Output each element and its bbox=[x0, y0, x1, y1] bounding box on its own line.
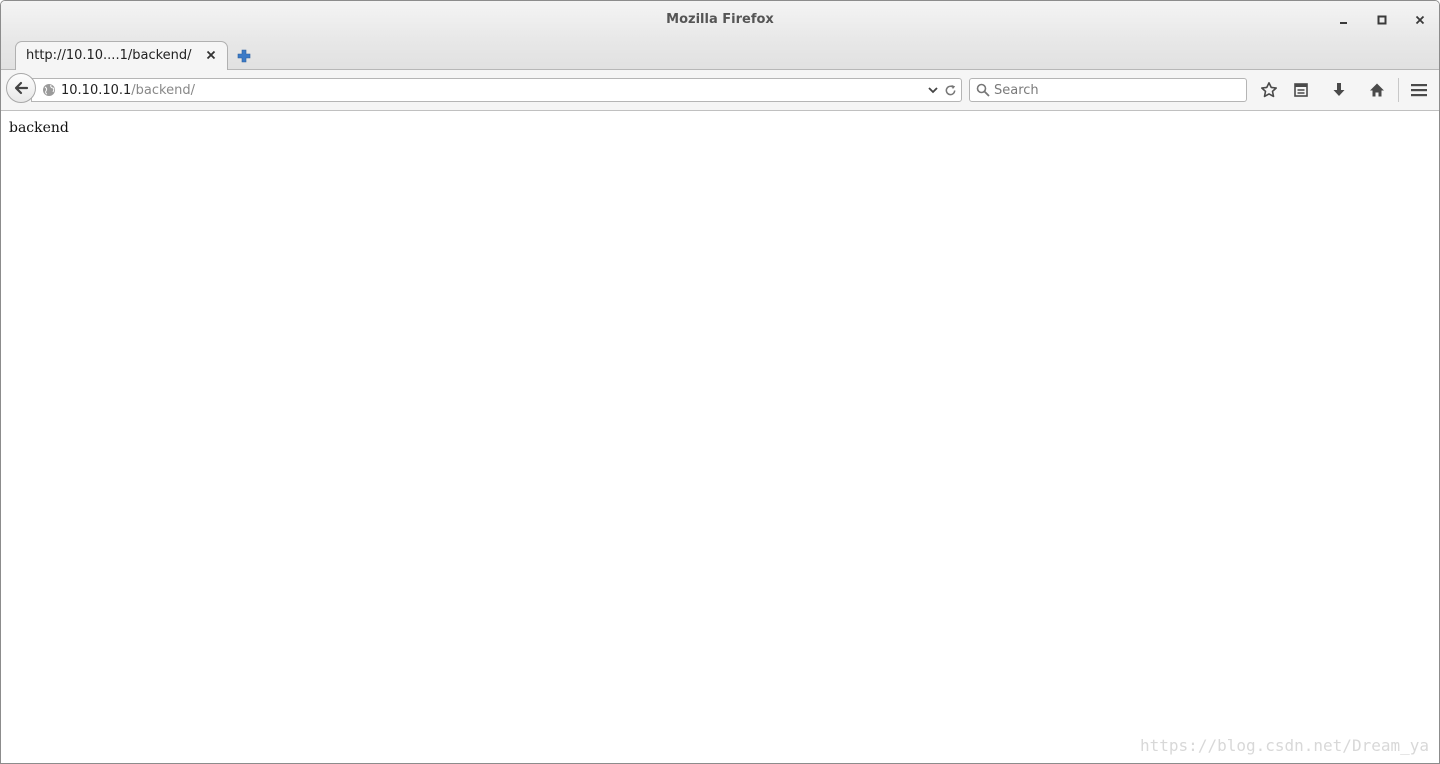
url-path: /backend/ bbox=[131, 83, 195, 98]
maximize-button[interactable] bbox=[1371, 10, 1393, 30]
watermark: https://blog.csdn.net/Dream_ya bbox=[1140, 736, 1429, 755]
hamburger-menu-icon bbox=[1411, 84, 1427, 97]
browser-window: Mozilla Firefox http://10.10....1/backen… bbox=[0, 0, 1440, 764]
tab-backend[interactable]: http://10.10....1/backend/ bbox=[15, 41, 228, 70]
bookmark-button[interactable] bbox=[1258, 79, 1280, 101]
home-icon bbox=[1370, 83, 1384, 97]
toolbar-separator bbox=[1398, 78, 1399, 102]
page-body-text: backend bbox=[9, 120, 69, 136]
tab-label: http://10.10....1/backend/ bbox=[26, 48, 192, 63]
title-bar: Mozilla Firefox bbox=[1, 1, 1439, 39]
close-icon bbox=[1415, 15, 1425, 25]
url-text[interactable]: 10.10.10.1/backend/ bbox=[61, 83, 195, 98]
reload-icon[interactable] bbox=[944, 84, 957, 97]
search-input[interactable] bbox=[994, 81, 1239, 99]
window-title: Mozilla Firefox bbox=[666, 12, 774, 27]
maximize-icon bbox=[1377, 15, 1387, 25]
navigation-toolbar: 10.10.10.1/backend/ bbox=[1, 70, 1439, 111]
chevron-down-icon[interactable] bbox=[927, 84, 939, 96]
downloads-button[interactable] bbox=[1328, 79, 1350, 101]
back-arrow-icon bbox=[14, 81, 29, 95]
star-icon bbox=[1261, 82, 1277, 98]
minimize-button[interactable] bbox=[1333, 10, 1355, 30]
close-window-button[interactable] bbox=[1409, 10, 1431, 30]
search-icon bbox=[976, 83, 990, 97]
url-host: 10.10.10.1 bbox=[61, 83, 132, 98]
close-icon bbox=[206, 50, 216, 60]
bookmarks-menu-button[interactable] bbox=[1290, 79, 1312, 101]
page-content: backend https://blog.csdn.net/Dream_ya bbox=[1, 111, 1439, 763]
globe-icon[interactable] bbox=[42, 83, 56, 97]
search-box[interactable] bbox=[969, 78, 1247, 102]
home-button[interactable] bbox=[1366, 79, 1388, 101]
close-tab-button[interactable] bbox=[204, 48, 218, 62]
bookmarks-list-icon bbox=[1294, 83, 1308, 97]
download-icon bbox=[1333, 83, 1345, 96]
plus-icon bbox=[237, 49, 251, 63]
open-menu-button[interactable] bbox=[1408, 79, 1430, 101]
url-bar[interactable]: 10.10.10.1/backend/ bbox=[31, 78, 962, 102]
new-tab-button[interactable] bbox=[235, 47, 253, 65]
minimize-icon bbox=[1340, 22, 1347, 24]
back-button[interactable] bbox=[6, 73, 36, 103]
tab-strip: http://10.10....1/backend/ bbox=[1, 39, 1439, 70]
